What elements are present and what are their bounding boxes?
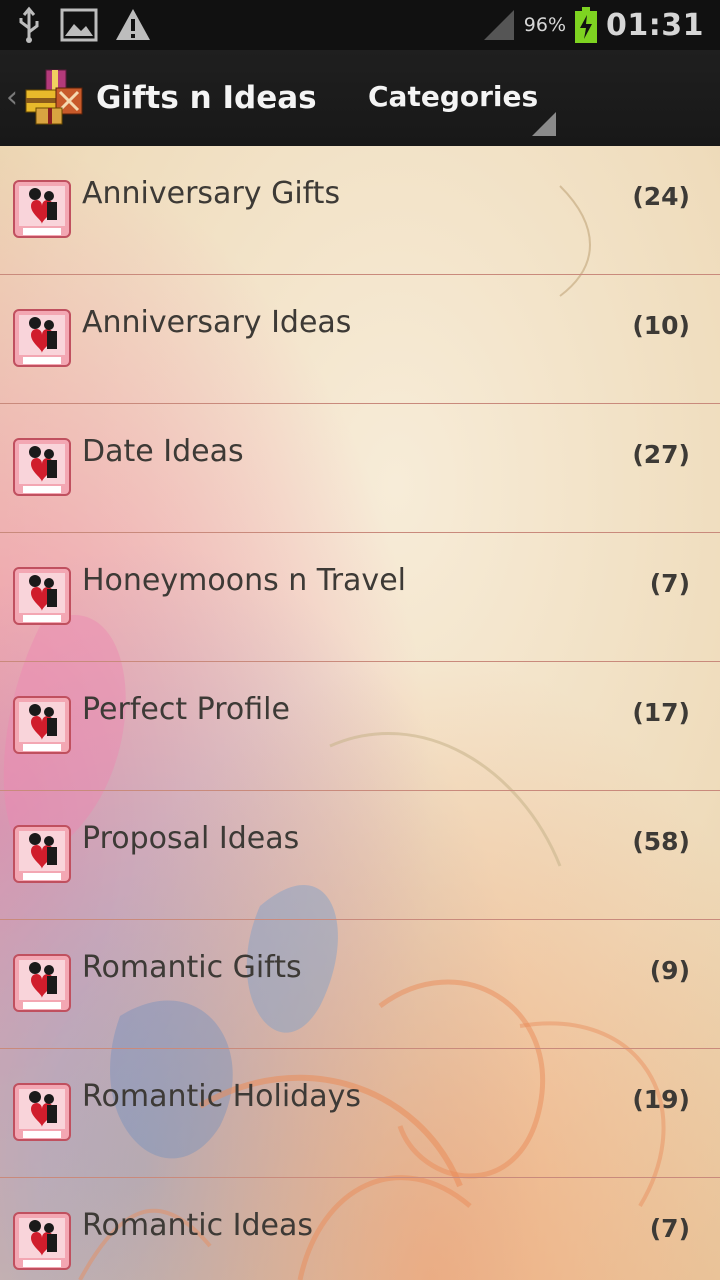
category-item-honeymoons-n-travel[interactable]: Honeymoons n Travel (7) [0,533,720,662]
categories-spinner[interactable]: Categories [360,64,560,136]
warning-icon [116,9,150,40]
gifts-app-icon[interactable] [22,68,90,128]
category-count: (9) [649,956,690,985]
category-item-romantic-holidays[interactable]: Romantic Holidays (19) [0,1049,720,1178]
category-count: (24) [632,182,690,211]
category-item-romantic-gifts[interactable]: Romantic Gifts (9) [0,920,720,1049]
category-item-perfect-profile[interactable]: Perfect Profile (17) [0,662,720,791]
battery-charging-icon [575,7,597,43]
status-bar-system: 96% 01:31 [482,0,704,50]
category-name: Date Ideas [82,434,244,469]
app-title: Gifts n Ideas [96,80,317,116]
status-bar-notifications [14,6,152,44]
category-item-anniversary-gifts[interactable]: Anniversary Gifts (24) [0,146,720,275]
image-icon [60,8,98,42]
signal-icon [483,10,514,40]
love-couple-icon [13,180,71,238]
category-name: Anniversary Gifts [82,176,341,211]
category-name: Proposal Ideas [82,821,300,856]
category-name: Romantic Holidays [82,1079,361,1114]
up-navigation-caret-icon[interactable]: ‹ [6,80,18,115]
categories-spinner-label: Categories [368,80,539,113]
love-couple-icon [13,1212,71,1270]
category-list: Anniversary Gifts (24) Anniversary Ideas… [0,146,720,1280]
category-count: (17) [632,698,690,727]
love-couple-icon [13,954,71,1012]
status-bar: 96% 01:31 [0,0,720,50]
category-count: (58) [632,827,690,856]
category-count: (27) [632,440,690,469]
category-count: (10) [632,311,690,340]
category-name: Romantic Ideas [82,1208,313,1243]
category-name: Romantic Gifts [82,950,302,985]
love-couple-icon [13,567,71,625]
category-count: (19) [632,1085,690,1114]
category-item-romantic-ideas[interactable]: Romantic Ideas (7) [0,1178,720,1280]
category-item-anniversary-ideas[interactable]: Anniversary Ideas (10) [0,275,720,404]
love-couple-icon [13,438,71,496]
love-couple-icon [13,696,71,754]
category-count: (7) [649,569,690,598]
love-couple-icon [13,309,71,367]
category-name: Anniversary Ideas [82,305,352,340]
spinner-dropdown-corner-icon [532,112,556,136]
category-item-date-ideas[interactable]: Date Ideas (27) [0,404,720,533]
love-couple-icon [13,825,71,883]
clock: 01:31 [606,7,704,43]
category-count: (7) [649,1214,690,1243]
battery-percent: 96% [523,14,566,36]
category-item-proposal-ideas[interactable]: Proposal Ideas (58) [0,791,720,920]
category-list-area[interactable]: Anniversary Gifts (24) Anniversary Ideas… [0,146,720,1280]
action-bar: ‹ Gifts n Ideas Categories [0,50,720,147]
category-name: Perfect Profile [82,692,290,727]
love-couple-icon [13,1083,71,1141]
category-name: Honeymoons n Travel [82,563,406,598]
usb-icon [19,6,39,43]
